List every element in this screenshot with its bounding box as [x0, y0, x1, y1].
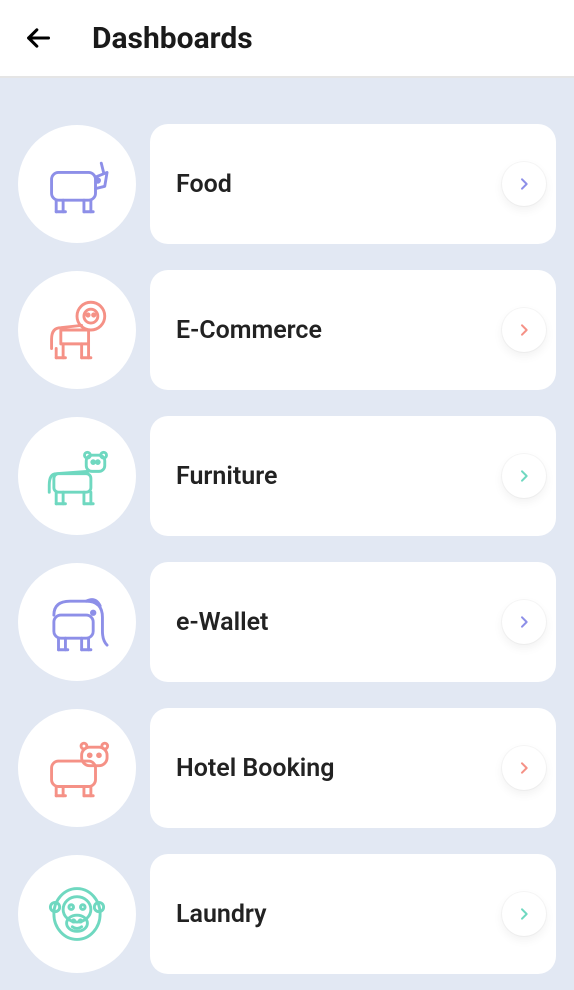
chevron-right-icon	[502, 454, 546, 498]
chevron-right-icon	[502, 892, 546, 936]
gorilla-icon	[40, 877, 114, 951]
arrow-left-icon	[24, 24, 52, 52]
elephant-icon	[40, 585, 114, 659]
card-label: Laundry	[176, 900, 267, 929]
card-label: Furniture	[176, 462, 277, 491]
lion-icon	[40, 293, 114, 367]
avatar	[18, 271, 136, 389]
dashboard-card-food[interactable]: Food	[150, 124, 556, 244]
list-item: E-Commerce	[18, 270, 556, 390]
chevron-right-icon	[502, 600, 546, 644]
chevron-right-icon	[502, 162, 546, 206]
chevron-right-icon	[502, 308, 546, 352]
dashboard-list: Food E-Commerce	[0, 78, 574, 974]
rhino-icon	[40, 147, 114, 221]
list-item: Hotel Booking	[18, 708, 556, 828]
hippo-icon	[40, 731, 114, 805]
dashboard-card-laundry[interactable]: Laundry	[150, 854, 556, 974]
dashboard-card-ewallet[interactable]: e-Wallet	[150, 562, 556, 682]
dashboard-card-furniture[interactable]: Furniture	[150, 416, 556, 536]
avatar	[18, 563, 136, 681]
list-item: Food	[18, 124, 556, 244]
header: Dashboards	[0, 0, 574, 78]
list-item: e-Wallet	[18, 562, 556, 682]
list-item: Laundry	[18, 854, 556, 974]
card-label: Food	[176, 170, 232, 199]
avatar	[18, 417, 136, 535]
list-item: Furniture	[18, 416, 556, 536]
avatar	[18, 855, 136, 973]
page-title: Dashboards	[92, 21, 253, 56]
dashboard-card-ecommerce[interactable]: E-Commerce	[150, 270, 556, 390]
avatar	[18, 125, 136, 243]
card-label: E-Commerce	[176, 316, 322, 345]
card-label: Hotel Booking	[176, 754, 334, 783]
cheetah-icon	[40, 439, 114, 513]
dashboard-card-hotel[interactable]: Hotel Booking	[150, 708, 556, 828]
card-label: e-Wallet	[176, 608, 268, 637]
avatar	[18, 709, 136, 827]
back-button[interactable]	[18, 18, 58, 58]
chevron-right-icon	[502, 746, 546, 790]
